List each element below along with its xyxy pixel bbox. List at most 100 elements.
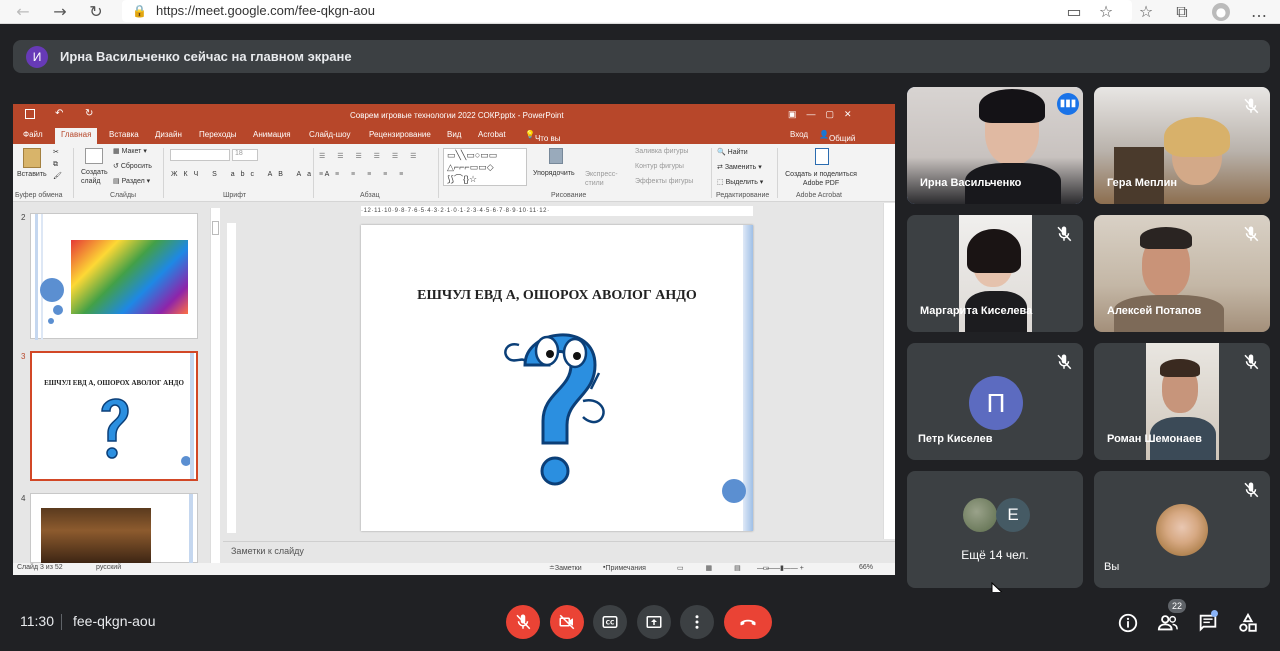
participant-name: Петр Киселев [918,433,993,445]
new-slide-label: Создать слайд [81,169,108,185]
people-icon[interactable] [1157,612,1179,634]
status-slide: Слайд 3 из 52 [17,564,63,571]
tab-review: Рецензирование [369,130,431,139]
participant-tile[interactable]: ▮▮▮ Ирна Васильченко [907,87,1083,204]
participant-tile-self[interactable]: Вы [1094,471,1270,588]
captions-icon: CC [602,616,618,628]
font-size-box: 18 [232,149,258,161]
muted-mic-icon [1244,482,1259,498]
favorites-icon[interactable]: ☆ [1137,3,1155,21]
present-icon [646,616,662,628]
forward-icon[interactable]: → [51,3,69,21]
status-comments: ▪ Примечания [603,564,646,572]
others-avatar-letter: Е [996,498,1030,532]
redo-icon: ↻ [85,108,94,119]
camera-toggle-button[interactable] [550,605,584,639]
participant-name: Вы [1104,561,1120,573]
participant-tile[interactable]: П Петр Киселев [907,343,1083,460]
tab-animation: Анимация [253,130,291,139]
tab-file: Файл [23,130,43,139]
tab-insert: Вставка [109,130,139,139]
ppt-doc-title: Соврем игровые технологии 2022 СОКР.pptx… [350,111,564,120]
thumb-number: 3 [21,352,26,361]
muted-mic-icon [1244,354,1259,370]
bookmark-star-icon[interactable]: ☆ [1097,3,1115,21]
arrange-icon [549,148,563,164]
participant-tile[interactable]: Алексей Потапов [1094,215,1270,332]
quick-styles-label: Экспресс-стили [585,171,618,187]
activities-icon[interactable] [1237,612,1259,634]
participant-tile[interactable]: Маргарита Киселева [907,215,1083,332]
zoom-slider: — ——▮—— + [757,565,804,572]
divider [61,614,62,630]
camera-icon[interactable]: ▭ [1065,3,1083,21]
shape-outline-label: Контур фигуры [635,163,684,170]
thumbs-scroll-thumb [212,221,219,235]
more-options-button[interactable] [680,605,714,639]
participant-name: Гера Меплин [1107,177,1178,189]
balloons-image [71,240,188,314]
presenter-avatar: И [26,46,48,68]
arrange-label: Упорядочить [533,170,575,177]
thumb-number: 4 [21,494,26,503]
paste-icon [23,148,41,168]
painting-image [41,508,151,564]
ppt-title-bar: ↶ ↻ Соврем игровые технологии 2022 СОКР.… [13,104,895,126]
collections-icon[interactable]: ⧉ [1173,3,1191,21]
presenter-banner: И Ирна Васильченко сейчас на главном экр… [13,40,1270,73]
group-acrobat: Adobe Acrobat [796,192,842,199]
people-count-badge: 22 [1168,599,1186,613]
leave-call-button[interactable] [724,605,772,639]
ppt-status-bar: Слайд 3 из 52 русский ≐ Заметки ▪ Примеч… [13,563,895,575]
slide-canvas: ·12·11·10·9·8·7·6·5·4·3·2·1·0·1·2·3·4·5·… [223,203,895,539]
participant-name: Роман Шемонаев [1107,433,1202,445]
tab-slideshow: Слайд-шоу [309,130,351,139]
mic-off-icon [516,614,531,630]
lock-icon: 🔒 [132,4,147,18]
camera-off-icon [559,614,575,630]
present-screen-button[interactable] [637,605,671,639]
browser-toolbar: ← → ↻ 🔒 https://meet.google.com/fee-qkgn… [0,0,1280,24]
tell-me: 💡 Что вы хотите сделать? [525,130,569,161]
canvas-scrollbar [883,203,895,539]
thumb-number: 2 [21,213,26,222]
participant-tile[interactable]: Роман Шемонаев [1094,343,1270,460]
tab-home: Главная [55,128,98,144]
ppt-ribbon-tabs: Файл Главная Вставка Дизайн Переходы Ани… [13,126,895,161]
save-icon [25,109,35,119]
notes-pane: Заметки к слайду [223,541,895,561]
info-icon[interactable] [1117,612,1139,634]
group-slides: Слайды [110,192,137,199]
muted-mic-icon [1244,226,1259,242]
slide-thumbnail [30,493,198,564]
mic-toggle-button[interactable] [506,605,540,639]
participant-tile[interactable]: Гера Меплин [1094,87,1270,204]
reload-icon[interactable]: ↻ [87,3,105,21]
profile-icon[interactable]: ● [1212,3,1230,21]
slide-circle [722,479,746,503]
svg-text:CC: CC [606,620,615,627]
slide-thumbnail-selected: ЕШЧУЛ ЕВД А, ОШОРОХ АВОЛОГ АНДО [30,351,198,481]
find-label: 🔍 Найти [717,149,748,156]
adobe-pdf-icon [815,148,829,165]
tab-design: Дизайн [155,130,182,139]
cut-copy-icons: ✂ ⧉ 🖌 [53,149,62,180]
new-slide-icon [85,148,103,164]
layout-label: ▦ Макет ▾ [113,148,147,155]
question-mark-thumb [101,398,129,459]
replace-label: ⇄ Заменить ▾ [717,164,762,171]
question-mark-character [504,333,605,486]
muted-mic-icon [1057,226,1072,242]
meeting-code: fee-qkgn-aou [73,613,156,629]
hang-up-icon [740,619,756,626]
paragraph-icons: ☰ ☰ ☰ ☰ ☰ ☰ [319,153,422,160]
share: 👤 Общий доступ [819,130,856,152]
more-icon[interactable]: … [1250,3,1268,21]
thumb-circle [40,278,64,302]
tab-transitions: Переходы [199,130,237,139]
back-icon[interactable]: ← [14,3,32,21]
more-participants-tile[interactable]: Е Ещё 14 чел. [907,471,1083,588]
address-bar[interactable]: 🔒 https://meet.google.com/fee-qkgn-aou [122,0,1132,22]
others-avatar [963,498,997,532]
captions-button[interactable]: CC [593,605,627,639]
